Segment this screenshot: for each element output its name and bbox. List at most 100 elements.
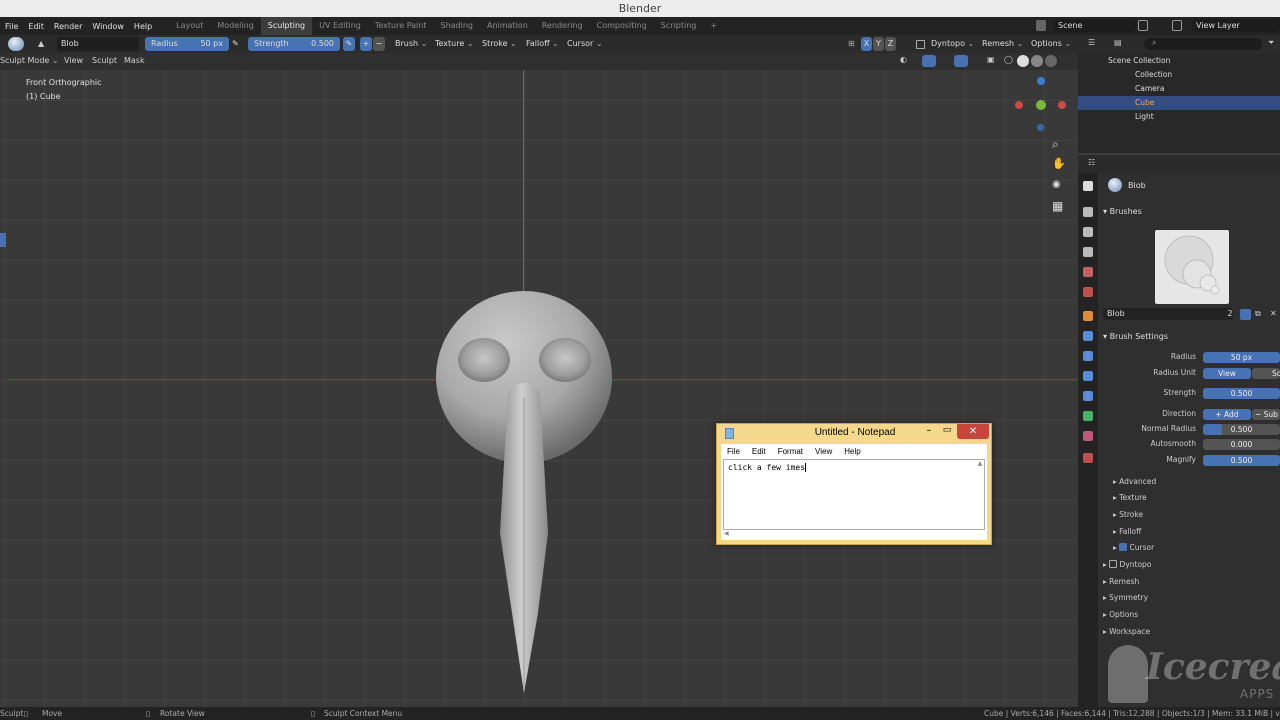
object-tab-icon[interactable]: [1083, 311, 1093, 321]
remesh-panel[interactable]: ▸ Remesh: [1103, 577, 1139, 586]
dyntopo-checkbox[interactable]: [916, 40, 925, 49]
ortho-grid-icon[interactable]: ▦: [1052, 199, 1063, 213]
notepad-menu-view[interactable]: View: [809, 447, 838, 456]
menu-window[interactable]: Window: [87, 22, 129, 31]
options-panel[interactable]: ▸ Options: [1103, 610, 1138, 619]
outliner-row-camera[interactable]: Camera: [1078, 82, 1280, 96]
menu-file[interactable]: File: [0, 22, 23, 31]
falloff-menu[interactable]: Falloff: [526, 37, 559, 51]
view-layer-selector[interactable]: View Layer: [1192, 19, 1280, 32]
zoom-icon[interactable]: ⌕: [1052, 137, 1059, 152]
material-tab-icon[interactable]: [1083, 431, 1093, 441]
cursor-checkbox[interactable]: [1119, 543, 1128, 551]
direction-subtract-button[interactable]: −: [373, 37, 385, 51]
camera-view-icon[interactable]: ◉: [1052, 179, 1061, 190]
unlink-brush-icon[interactable]: ✕: [1270, 309, 1277, 318]
direction-add-button[interactable]: +: [360, 37, 372, 51]
shading-wireframe-icon[interactable]: ◯: [1004, 55, 1013, 64]
remesh-menu[interactable]: Remesh: [982, 37, 1023, 51]
output-tab-icon[interactable]: [1083, 227, 1093, 237]
notepad-menu-edit[interactable]: Edit: [746, 447, 772, 456]
falloff-subpanel[interactable]: ▸ Falloff: [1113, 527, 1141, 536]
normal-radius-field[interactable]: 0.500: [1203, 424, 1280, 435]
outliner-row-cube[interactable]: Cube: [1078, 96, 1280, 110]
direction-subtract-toggle[interactable]: − Sub: [1252, 409, 1280, 420]
view-layer-tab-icon[interactable]: [1083, 247, 1093, 257]
editor-type-icon[interactable]: ☰: [1088, 38, 1095, 47]
notepad-window[interactable]: Untitled - Notepad – ▭ ✕ File Edit Forma…: [716, 423, 992, 545]
radius-unit-scene-button[interactable]: Sce: [1252, 368, 1280, 379]
maximize-button[interactable]: ▭: [940, 425, 954, 437]
menu-edit[interactable]: Edit: [23, 22, 49, 31]
radius-field[interactable]: 50 px: [1203, 352, 1280, 363]
tab-shading[interactable]: Shading: [433, 17, 480, 35]
vertical-scrollbar[interactable]: ▲: [976, 460, 984, 530]
xray-icon[interactable]: ▣: [987, 55, 995, 64]
texture-subpanel[interactable]: ▸ Texture: [1113, 493, 1147, 502]
minimize-button[interactable]: –: [922, 425, 936, 437]
cursor-menu[interactable]: Cursor: [567, 37, 603, 51]
render-tab-icon[interactable]: [1083, 207, 1093, 217]
menu-help[interactable]: Help: [129, 22, 157, 31]
strength-slider[interactable]: Strength 0.500: [248, 37, 340, 51]
brush-settings-panel-header[interactable]: ▾ Brush Settings: [1103, 332, 1168, 341]
tab-texture-paint[interactable]: Texture Paint: [368, 17, 434, 35]
symmetry-panel[interactable]: ▸ Symmetry: [1103, 593, 1148, 602]
gizmo-z-icon[interactable]: [1037, 77, 1045, 85]
notepad-menu-format[interactable]: Format: [772, 447, 809, 456]
sculpt-mesh[interactable]: [420, 283, 630, 703]
dyntopo-panel-checkbox[interactable]: [1109, 560, 1118, 568]
particles-tab-icon[interactable]: [1083, 351, 1093, 361]
dyntopo-panel[interactable]: ▸ Dyntopo: [1103, 560, 1151, 569]
shading-material-icon[interactable]: [1031, 55, 1043, 67]
radius-pressure-icon[interactable]: ✎: [232, 37, 242, 51]
outliner-row-scene-collection[interactable]: Scene Collection: [1078, 54, 1280, 68]
brushes-panel-header[interactable]: ▾ Brushes: [1103, 207, 1142, 216]
brush-icon[interactable]: [8, 37, 24, 51]
symmetry-z-toggle[interactable]: Z: [885, 37, 896, 51]
brush-name-field[interactable]: Blob: [57, 37, 139, 51]
display-mode-icon[interactable]: ▤: [1114, 38, 1122, 47]
tab-modeling[interactable]: Modeling: [210, 17, 260, 35]
sculpt-menu[interactable]: Sculpt: [92, 56, 117, 65]
notepad-menu-file[interactable]: File: [721, 447, 746, 456]
radius-unit-view-button[interactable]: View: [1203, 368, 1251, 379]
workspace-panel[interactable]: ▸ Workspace: [1103, 627, 1150, 636]
stroke-menu[interactable]: Stroke: [482, 37, 517, 51]
shading-rendered-icon[interactable]: [1045, 55, 1057, 67]
horizontal-scrollbar[interactable]: ◀: [724, 530, 984, 538]
close-button[interactable]: ✕: [957, 424, 989, 439]
data-tab-icon[interactable]: [1083, 411, 1093, 421]
brush-thumbnail[interactable]: [1155, 230, 1229, 304]
tab-rendering[interactable]: Rendering: [535, 17, 590, 35]
modifier-tab-icon[interactable]: [1083, 331, 1093, 341]
overlay-toggle-icon[interactable]: [954, 55, 968, 67]
duplicate-brush-icon[interactable]: ⧉: [1255, 309, 1261, 319]
symmetry-y-toggle[interactable]: Y: [873, 37, 884, 51]
texture-tab-icon[interactable]: [1083, 453, 1093, 463]
menu-render[interactable]: Render: [49, 22, 87, 31]
mode-selector[interactable]: Sculpt Mode: [0, 56, 59, 65]
brush-datablock-field[interactable]: Blob: [1103, 308, 1233, 320]
tab-scripting[interactable]: Scripting: [654, 17, 704, 35]
physics-tab-icon[interactable]: [1083, 371, 1093, 381]
properties-editor-icon[interactable]: ☷: [1088, 158, 1095, 167]
cursor-subpanel[interactable]: ▸ Cursor: [1113, 543, 1154, 552]
notepad-menu-help[interactable]: Help: [838, 447, 866, 456]
options-menu[interactable]: Options: [1031, 37, 1071, 51]
fake-user-shield-icon[interactable]: [1240, 309, 1251, 320]
strength-pressure-icon[interactable]: ✎: [343, 37, 355, 51]
constraints-tab-icon[interactable]: [1083, 391, 1093, 401]
view-menu[interactable]: View: [64, 56, 83, 65]
filter-icon[interactable]: ⏷: [1268, 38, 1274, 48]
dyntopo-menu[interactable]: Dyntopo: [931, 37, 974, 51]
shading-solid-icon[interactable]: [1017, 55, 1029, 67]
magnify-field[interactable]: 0.500: [1203, 455, 1280, 466]
outliner-row-collection[interactable]: Collection: [1078, 68, 1280, 82]
gizmo-neg-z-icon[interactable]: [1037, 124, 1044, 131]
outliner-row-light[interactable]: Light: [1078, 110, 1280, 124]
visibility-icon[interactable]: ◐: [900, 55, 907, 64]
tab-compositing[interactable]: Compositing: [590, 17, 654, 35]
gizmo-neg-x-icon[interactable]: [1015, 101, 1023, 109]
texture-menu[interactable]: Texture: [435, 37, 474, 51]
